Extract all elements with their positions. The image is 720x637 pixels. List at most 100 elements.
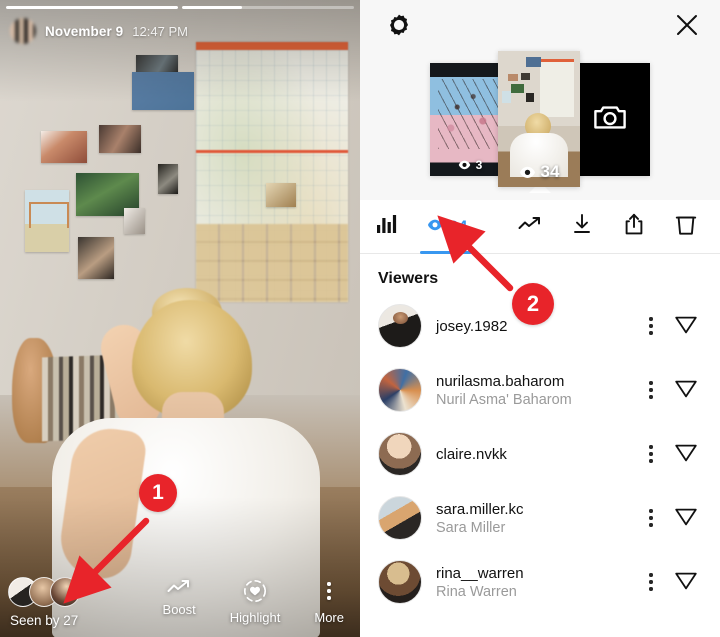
viewer-row[interactable]: claire.nvkk — [360, 422, 720, 486]
viewer-avatar[interactable] — [378, 432, 422, 476]
download-button[interactable] — [558, 200, 606, 254]
highlight-label: Highlight — [229, 610, 281, 625]
previous-thumbnail-views: 3 — [475, 157, 483, 172]
more-vertical-dots-icon — [649, 573, 653, 591]
viewer-username[interactable]: sara.miller.kc — [436, 501, 636, 518]
camera-icon — [593, 102, 627, 137]
story-progress-bars — [6, 6, 354, 9]
more-vertical-dots-icon — [649, 317, 653, 335]
more-vertical-dots-icon — [649, 381, 653, 399]
viewer-send-message-button[interactable] — [666, 376, 706, 405]
trash-icon — [675, 213, 697, 241]
viewer-row[interactable]: sara.miller.kc Sara Miller — [360, 486, 720, 550]
more-vertical-dots-icon — [649, 445, 653, 463]
viewer-names: claire.nvkk — [436, 446, 636, 463]
viewer-avatar[interactable] — [378, 304, 422, 348]
insights-chart-button[interactable] — [360, 200, 414, 254]
viewer-more-button[interactable] — [636, 381, 666, 399]
story-insights-screen: November 9 12:47 PM Seen by 27 Boost Hig… — [0, 0, 720, 637]
eye-views-icon — [519, 166, 535, 178]
story-footer-actions: Boost Highlight More — [128, 577, 350, 625]
more-button[interactable]: More — [314, 579, 344, 625]
highlight-button[interactable]: Highlight — [229, 579, 281, 625]
story-date: November 9 — [45, 23, 124, 39]
viewer-send-message-button[interactable] — [666, 504, 706, 533]
viewer-more-button[interactable] — [636, 445, 666, 463]
viewer-more-button[interactable] — [636, 509, 666, 527]
wall-photo-bridge — [25, 190, 69, 252]
send-message-icon — [674, 504, 698, 533]
viewer-avatar[interactable] — [378, 368, 422, 412]
share-upload-icon — [623, 213, 645, 241]
viewer-row[interactable]: nurilasma.baharom Nuril Asma' Baharom — [360, 358, 720, 422]
viewer-send-message-button[interactable] — [666, 440, 706, 469]
more-label: More — [314, 610, 344, 625]
download-icon — [571, 213, 593, 240]
wall-photo — [136, 55, 178, 73]
viewer-username[interactable]: rina__warren — [436, 565, 636, 582]
trending-arrow-icon — [518, 216, 542, 237]
close-x-icon — [674, 12, 700, 43]
more-vertical-dots-icon — [327, 579, 331, 603]
wall-photo — [99, 125, 141, 153]
current-thumbnail-views: 34 — [540, 162, 560, 181]
send-message-icon — [674, 376, 698, 405]
annotation-marker-1: 1 — [139, 474, 177, 512]
annotation-marker-2: 2 — [512, 283, 554, 325]
bar-chart-insights-icon — [376, 214, 398, 239]
send-message-icon — [674, 440, 698, 469]
active-tab-underline — [420, 251, 474, 254]
boost-label: Boost — [162, 602, 196, 617]
wall-poster-blue — [132, 72, 194, 110]
close-button[interactable] — [668, 8, 706, 46]
send-message-icon — [674, 568, 698, 597]
wall-photo — [158, 164, 178, 194]
viewer-username[interactable]: claire.nvkk — [436, 446, 636, 463]
viewer-fullname: Nuril Asma' Baharom — [436, 391, 572, 408]
story-thumbnail-carousel: 3 34 — [360, 45, 720, 193]
viewer-more-button[interactable] — [636, 317, 666, 335]
insights-top-bar: 3 34 — [360, 0, 720, 200]
viewer-fullname: Sara Miller — [436, 519, 506, 536]
seen-by-avatars[interactable] — [8, 577, 80, 607]
wall-photo — [78, 237, 114, 279]
wall-map-poster — [196, 42, 348, 302]
share-button[interactable] — [610, 200, 658, 254]
viewer-send-message-button[interactable] — [666, 568, 706, 597]
viewer-row[interactable]: rina__warren Rina Warren — [360, 550, 720, 614]
highlight-heart-icon — [243, 579, 267, 603]
add-story-thumbnail[interactable] — [570, 62, 650, 176]
settings-gear-button[interactable] — [382, 10, 416, 44]
views-tab[interactable]: 34 — [414, 200, 480, 254]
story-header: November 9 12:47 PM — [10, 18, 350, 44]
viewer-more-button[interactable] — [636, 573, 666, 591]
viewer-username[interactable]: nurilasma.baharom — [436, 373, 636, 390]
seen-by-avatar-3 — [50, 577, 80, 607]
story-photo-background — [0, 0, 360, 637]
story-viewer-panel[interactable]: November 9 12:47 PM Seen by 27 Boost Hig… — [0, 0, 360, 637]
eye-views-icon — [427, 218, 443, 236]
story-author-avatar[interactable] — [10, 18, 36, 44]
trending-arrow-icon — [167, 579, 191, 595]
insights-toolbar: 34 — [360, 200, 720, 254]
story-progress-segment-2 — [182, 6, 354, 9]
viewer-send-message-button[interactable] — [666, 312, 706, 341]
boost-button[interactable]: Boost — [163, 579, 196, 617]
settings-gear-icon — [387, 13, 411, 42]
viewer-avatar[interactable] — [378, 496, 422, 540]
current-story-thumbnail[interactable]: 34 — [498, 51, 580, 187]
send-message-icon — [674, 312, 698, 341]
more-vertical-dots-icon — [649, 509, 653, 527]
story-time: 12:47 PM — [132, 23, 188, 39]
viewer-avatar[interactable] — [378, 560, 422, 604]
seen-by-label[interactable]: Seen by 27 — [10, 613, 78, 628]
delete-button[interactable] — [662, 200, 710, 254]
viewers-list[interactable]: josey.1982 nurilasma.baharom Nuril Asma' B… — [360, 294, 720, 637]
viewer-fullname: Rina Warren — [436, 583, 517, 600]
boost-trending-button[interactable] — [506, 200, 554, 254]
viewer-names: nurilasma.baharom Nuril Asma' Baharom — [436, 373, 636, 408]
story-progress-segment-1 — [6, 6, 178, 9]
views-count-label: 34 — [448, 216, 468, 236]
seen-by-group[interactable]: Seen by 27 — [8, 577, 128, 628]
viewer-names: sara.miller.kc Sara Miller — [436, 501, 636, 536]
